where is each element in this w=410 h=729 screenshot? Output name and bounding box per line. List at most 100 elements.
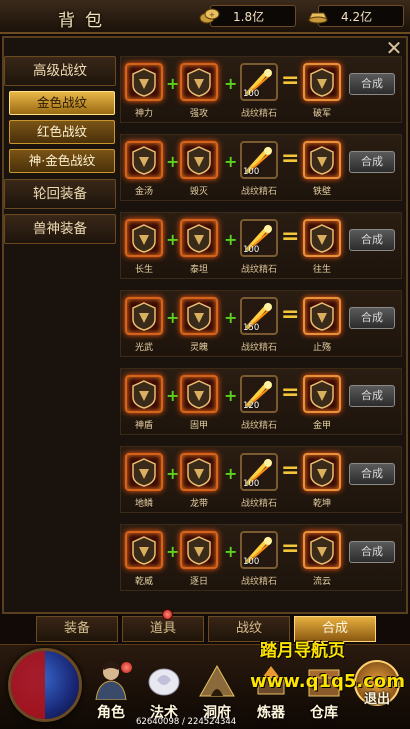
recipe-list: 神力 + 强攻 + 100 战纹精石 = 破军 合成 金汤 + 毁灭 + 100… — [120, 56, 402, 602]
dock-exit-button[interactable]: 退出 — [350, 660, 404, 720]
rune-stone-icon[interactable]: 100 — [240, 63, 278, 101]
plus-icon: + — [166, 542, 180, 561]
rune-stone-icon[interactable]: 100 — [240, 531, 278, 569]
plus-icon: + — [224, 308, 238, 327]
result-rune-icon[interactable] — [303, 219, 341, 257]
ingredient-a-label: 神力 — [134, 109, 153, 119]
hp-mp-orb-icon — [8, 648, 82, 722]
rune-icon[interactable] — [180, 219, 218, 257]
rune-icon[interactable] — [180, 297, 218, 335]
result-rune-icon[interactable] — [303, 375, 341, 413]
equals-icon: = — [281, 536, 300, 561]
ingredient-a-label: 金汤 — [134, 187, 153, 197]
result-rune-icon[interactable] — [303, 531, 341, 569]
tab-items[interactable]: 道具 — [122, 609, 204, 642]
rune-icon[interactable] — [125, 531, 163, 569]
synthesize-button[interactable]: 合成 — [349, 385, 395, 407]
dock-spell-button[interactable]: 法术 — [137, 660, 191, 721]
plus-icon: + — [224, 542, 238, 561]
bottom-tabs: 装备 道具 战纹 合成 — [36, 609, 396, 644]
rune-icon[interactable] — [125, 297, 163, 335]
menu-item-divine-gold-rune[interactable]: 神·金色战纹 — [9, 149, 115, 173]
stone-quantity: 100 — [243, 245, 260, 255]
page-title: 背包 — [58, 11, 112, 31]
result-rune-icon[interactable] — [303, 453, 341, 491]
synthesize-button[interactable]: 合成 — [349, 73, 395, 95]
synthesize-button[interactable]: 合成 — [349, 463, 395, 485]
rune-icon[interactable] — [125, 219, 163, 257]
close-icon[interactable]: ✕ — [382, 38, 406, 60]
synthesize-button[interactable]: 合成 — [349, 307, 395, 329]
menu-item-red-rune[interactable]: 红色战纹 — [9, 120, 115, 144]
plus-icon: + — [166, 230, 180, 249]
dock-cave-button[interactable]: 洞府 — [190, 660, 244, 721]
svg-text:+: + — [209, 11, 215, 19]
warehouse-icon — [301, 660, 347, 700]
result-rune-icon[interactable] — [303, 141, 341, 179]
forge-icon — [248, 660, 294, 700]
stone-label: 战纹精石 — [240, 577, 277, 587]
stone-label: 战纹精石 — [240, 421, 277, 431]
synthesize-button[interactable]: 合成 — [349, 151, 395, 173]
rune-stone-icon[interactable]: 100 — [240, 219, 278, 257]
gold-coins-icon: + — [197, 5, 223, 27]
ingredient-b-label: 固甲 — [189, 421, 208, 431]
rune-stone-icon[interactable]: 100 — [240, 141, 278, 179]
tab-runes[interactable]: 战纹 — [208, 616, 290, 642]
menu-item-advanced-rune[interactable]: 高级战纹 — [4, 56, 116, 86]
rune-icon[interactable] — [125, 63, 163, 101]
rune-icon[interactable] — [180, 453, 218, 491]
rune-icon[interactable] — [125, 141, 163, 179]
dock-forge-button[interactable]: 炼器 — [244, 660, 298, 721]
dock-warehouse-button[interactable]: 仓库 — [297, 660, 351, 721]
rune-icon[interactable] — [180, 141, 218, 179]
menu-item-beast-god-gear[interactable]: 兽神装备 — [4, 214, 116, 244]
synthesize-button[interactable]: 合成 — [349, 229, 395, 251]
rune-icon[interactable] — [180, 375, 218, 413]
notification-dot-icon — [162, 609, 173, 620]
recipe-row: 金汤 + 毁灭 + 100 战纹精石 = 铁壁 合成 — [120, 134, 402, 201]
tab-equipment[interactable]: 装备 — [36, 616, 118, 642]
result-rune-icon[interactable] — [303, 63, 341, 101]
plus-icon: + — [166, 74, 180, 93]
stone-quantity: 100 — [243, 167, 260, 177]
rune-stone-icon[interactable]: 100 — [240, 453, 278, 491]
coordinates-readout: 62640098 / 224524344 — [136, 717, 237, 727]
synthesize-button[interactable]: 合成 — [349, 541, 395, 563]
category-menu: 高级战纹 金色战纹 红色战纹 神·金色战纹 轮回装备 兽神装备 — [4, 56, 116, 249]
ingredient-b-label: 逐日 — [189, 577, 208, 587]
stone-label: 战纹精石 — [240, 265, 277, 275]
result-rune-icon[interactable] — [303, 297, 341, 335]
rune-icon[interactable] — [125, 375, 163, 413]
rune-icon[interactable] — [180, 63, 218, 101]
dock-character-button[interactable]: 角色 — [84, 660, 138, 721]
stone-label: 战纹精石 — [240, 343, 277, 353]
tab-synthesis[interactable]: 合成 — [294, 616, 376, 642]
stone-quantity: 150 — [243, 323, 260, 333]
plus-icon: + — [224, 464, 238, 483]
ingredient-a-label: 光武 — [134, 343, 153, 353]
ingredient-a-label: 乾威 — [134, 577, 153, 587]
rune-stone-icon[interactable]: 150 — [240, 297, 278, 335]
recipe-row: 乾威 + 逐日 + 100 战纹精石 = 流云 合成 — [120, 524, 402, 591]
ingredient-b-label: 强攻 — [189, 109, 208, 119]
plus-icon: + — [166, 386, 180, 405]
plus-icon: + — [166, 152, 180, 171]
rune-icon[interactable] — [125, 453, 163, 491]
stone-label: 战纹精石 — [240, 109, 277, 119]
dock-character-label: 角色 — [97, 705, 125, 721]
rune-stone-icon[interactable]: 120 — [240, 375, 278, 413]
tab-items-label: 道具 — [149, 621, 176, 636]
plus-icon: + — [166, 464, 180, 483]
result-label: 流云 — [312, 577, 331, 587]
dock-forge-label: 炼器 — [257, 705, 285, 721]
ingredient-b-label: 泰坦 — [189, 265, 208, 275]
stone-quantity: 100 — [243, 479, 260, 489]
equals-icon: = — [281, 146, 300, 171]
menu-item-reincarnation-gear[interactable]: 轮回装备 — [4, 179, 116, 209]
rune-icon[interactable] — [180, 531, 218, 569]
equals-icon: = — [281, 224, 300, 249]
equals-icon: = — [281, 302, 300, 327]
gold-counter-2: 4.2亿 — [308, 5, 404, 27]
menu-item-gold-rune[interactable]: 金色战纹 — [9, 91, 115, 115]
